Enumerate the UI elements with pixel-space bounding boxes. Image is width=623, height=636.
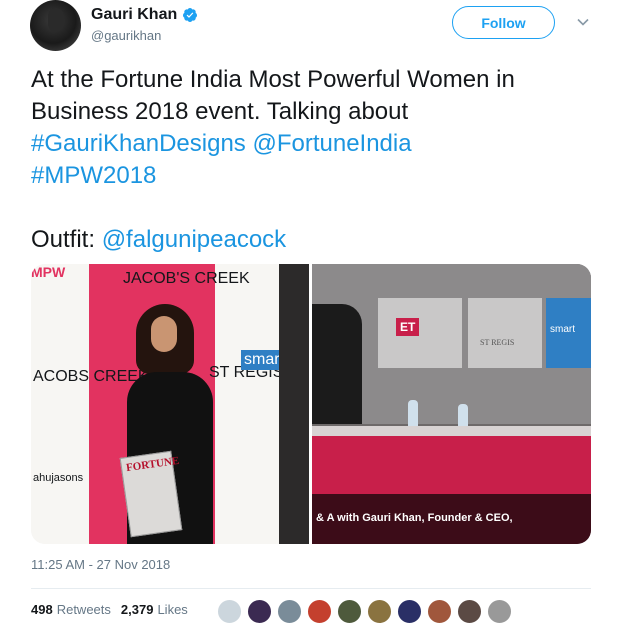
liker-avatar[interactable]: [247, 599, 272, 624]
backdrop-panel-1: [378, 298, 462, 368]
display-name[interactable]: Gauri Khan: [91, 6, 177, 24]
jacobs-creek-side-logo: ACOBS CREEK: [33, 368, 149, 385]
liker-avatar[interactable]: [457, 599, 482, 624]
avatar-face: [48, 8, 64, 32]
jacobs-creek-logo: JACOB'S CREEK: [123, 270, 250, 287]
table-skirt: [312, 436, 591, 496]
stats-divider: [31, 588, 591, 589]
backdrop-panel-2: [468, 298, 542, 368]
speaker-silhouette: [312, 304, 362, 424]
liker-avatar[interactable]: [337, 599, 362, 624]
tweet-text-body: At the Fortune India Most Powerful Women…: [31, 66, 515, 125]
profile-avatar[interactable]: [30, 0, 81, 51]
photo-panel-discussion[interactable]: ET ST REGIS smart & A with Gauri Khan, F…: [312, 264, 591, 544]
hashtag-mpw2018[interactable]: #MPW2018: [31, 162, 156, 189]
et-logo: ET: [396, 318, 420, 336]
chevron-down-icon[interactable]: [576, 15, 590, 29]
liker-avatars: [217, 599, 512, 624]
user-info: Gauri Khan @gaurikhan: [91, 6, 198, 43]
broadcast-caption: & A with Gauri Khan, Founder & CEO,: [316, 512, 513, 524]
st-regis-logo-right: ST REGIS: [480, 338, 515, 347]
liker-avatar[interactable]: [277, 599, 302, 624]
media-grid: MPW JACOB'S CREEK ACOBS CREEK ST REGIS a…: [31, 264, 591, 544]
tweet-timestamp[interactable]: 11:25 AM - 27 Nov 2018: [31, 557, 170, 572]
mention-falgunipeacock[interactable]: @falgunipeacock: [102, 226, 286, 253]
dark-edge: [279, 264, 309, 544]
likes-label[interactable]: Likes: [157, 602, 187, 617]
fortune-magazine: FORTUNE: [119, 450, 183, 538]
likes-count[interactable]: 2,379: [121, 602, 154, 617]
ahujasons-logo: ahujasons: [33, 472, 84, 484]
follow-button[interactable]: Follow: [452, 6, 555, 39]
mpw-logo: MPW: [31, 264, 66, 280]
liker-avatar[interactable]: [307, 599, 332, 624]
engagement-stats: 498 Retweets 2,379 Likes: [31, 602, 188, 617]
liker-avatar[interactable]: [367, 599, 392, 624]
liker-avatar[interactable]: [397, 599, 422, 624]
user-handle[interactable]: @gaurikhan: [91, 28, 198, 43]
liker-avatar[interactable]: [427, 599, 452, 624]
photo-event-red-carpet[interactable]: MPW JACOB'S CREEK ACOBS CREEK ST REGIS a…: [31, 264, 309, 544]
mention-fortuneindia[interactable]: @FortuneIndia: [252, 130, 411, 157]
liker-avatar[interactable]: [487, 599, 512, 624]
fortune-magazine-title: FORTUNE: [125, 454, 180, 475]
outfit-label: Outfit:: [31, 226, 102, 253]
verified-badge-icon: [183, 8, 198, 22]
smart-logo-right: smart: [550, 324, 575, 335]
display-name-row[interactable]: Gauri Khan: [91, 6, 198, 24]
retweets-count[interactable]: 498: [31, 602, 53, 617]
woman-face: [151, 316, 177, 352]
tweet-text: At the Fortune India Most Powerful Women…: [31, 64, 606, 256]
retweets-label[interactable]: Retweets: [57, 602, 111, 617]
hashtag-gaurikhandesigns[interactable]: #GauriKhanDesigns: [31, 130, 246, 157]
liker-avatar[interactable]: [217, 599, 242, 624]
